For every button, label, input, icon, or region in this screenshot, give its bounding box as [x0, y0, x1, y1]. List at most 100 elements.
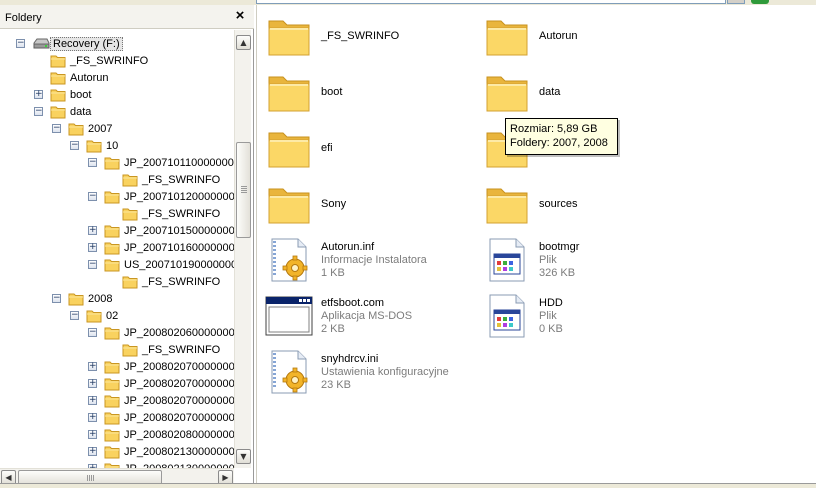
address-input[interactable]: [256, 0, 726, 4]
collapse-icon[interactable]: −: [70, 311, 79, 320]
tree-item[interactable]: − JP_200710110000000: [0, 155, 234, 172]
tree-item[interactable]: − US_200710190000000: [0, 257, 234, 274]
file-item[interactable]: snyhdrcv.ini Ustawienia konfiguracyjne 23 …: [265, 348, 475, 396]
expand-icon[interactable]: +: [88, 447, 97, 456]
collapse-icon[interactable]: −: [88, 328, 97, 337]
tree-item[interactable]: − JP_200802060000000: [0, 325, 234, 342]
item-name: snyhdrcv.ini: [321, 353, 379, 365]
tree-item-label: _FS_SWRINFO: [142, 174, 221, 186]
grip-line: [241, 190, 247, 191]
file-item[interactable]: bootmgr Plik 326 KB: [483, 236, 693, 284]
tree-item[interactable]: _FS_SWRINFO: [0, 206, 234, 223]
tree-item-label: JP_200802070000000: [124, 361, 234, 373]
folder-item[interactable]: Autorun: [483, 12, 693, 60]
tree-item[interactable]: +JP_200802130000000: [0, 444, 234, 461]
folder-item[interactable]: _FS_SWRINFO: [265, 12, 475, 60]
folder-item[interactable]: efi: [265, 124, 475, 172]
expand-icon[interactable]: +: [88, 362, 97, 371]
tree-item[interactable]: − 2008: [0, 291, 234, 308]
collapse-icon[interactable]: −: [88, 158, 97, 167]
folder-item[interactable]: data: [483, 68, 693, 116]
folder-icon: [50, 54, 66, 68]
scroll-up-button[interactable]: ▲: [236, 35, 251, 50]
collapse-icon[interactable]: −: [16, 39, 25, 48]
tree-item[interactable]: + JP_200710160000000: [0, 240, 234, 257]
tree-item[interactable]: _FS_SWRINFO: [0, 172, 234, 189]
tree-item-label: JP_200710160000000: [124, 242, 234, 254]
settings-file-icon: [265, 348, 313, 396]
folder-icon: [122, 207, 138, 221]
expand-icon[interactable]: +: [88, 243, 97, 252]
tooltip-folders: Foldery: 2007, 2008: [510, 137, 608, 149]
folder-item[interactable]: Sony: [265, 180, 475, 228]
expand-icon[interactable]: +: [88, 396, 97, 405]
tree-item[interactable]: + JP_200802070000000: [0, 410, 234, 427]
tree-item-label: data: [70, 106, 92, 118]
file-item[interactable]: Autorun.inf Informacje Instalatora 1 KB: [265, 236, 475, 284]
folder-icon: [68, 292, 84, 306]
item-name: data: [539, 86, 561, 98]
expand-icon[interactable]: +: [88, 430, 97, 439]
folders-pane-header: Foldery ×: [0, 5, 254, 29]
folder-icon: [122, 173, 138, 187]
expand-icon[interactable]: +: [88, 226, 97, 235]
item-type: Informacje Instalatora: [321, 254, 427, 266]
folder-icon: [483, 180, 531, 228]
tree-item[interactable]: + JP_200802070000000: [0, 359, 234, 376]
item-size: 23 KB: [321, 379, 351, 391]
tree-item-label: JP_200802060000000: [124, 327, 234, 339]
tree-item[interactable]: − JP_200710120000000: [0, 189, 234, 206]
file-list-view: _FS_SWRINFO Autorun boot data efi Sony sources…: [256, 5, 816, 483]
folders-pane: Foldery × − Recovery (F:) _FS_SWRINFO Autor…: [0, 5, 254, 485]
expand-icon[interactable]: +: [34, 90, 43, 99]
address-dropdown-button[interactable]: [727, 0, 745, 4]
expand-icon[interactable]: +: [88, 379, 97, 388]
tree-item-label: boot: [70, 89, 92, 101]
tree-item-label: JP_200802070000000: [124, 378, 234, 390]
item-name: bootmgr: [539, 241, 580, 253]
tree-item[interactable]: + JP_200802070000000: [0, 393, 234, 410]
tree-item[interactable]: − 2007: [0, 121, 234, 138]
file-item[interactable]: HDD Plik 0 KB: [483, 292, 693, 340]
folder-icon: [483, 12, 531, 60]
tree-item[interactable]: + JP_200802080000000: [0, 427, 234, 444]
item-name: _FS_SWRINFO: [321, 30, 400, 42]
collapse-icon[interactable]: −: [52, 124, 61, 133]
tree-item[interactable]: +JP_200802130000000: [0, 461, 234, 468]
folder-item[interactable]: sources: [483, 180, 693, 228]
collapse-icon[interactable]: −: [88, 192, 97, 201]
tree-item[interactable]: + JP_200710150000000: [0, 223, 234, 240]
dos-app-icon: [265, 292, 313, 340]
tree-item-label: JP_200802080000000: [124, 429, 234, 441]
expand-icon[interactable]: +: [88, 413, 97, 422]
item-name: HDD: [539, 297, 563, 309]
collapse-icon[interactable]: −: [70, 141, 79, 150]
folder-item[interactable]: boot: [265, 68, 475, 116]
close-icon[interactable]: ×: [232, 8, 248, 24]
tree-item[interactable]: _FS_SWRINFO: [0, 342, 234, 359]
tree-item-label: _FS_SWRINFO: [70, 55, 149, 67]
tree-item-label: JP_200802070000000: [124, 412, 234, 424]
collapse-icon[interactable]: −: [52, 294, 61, 303]
tree-item[interactable]: − 02: [0, 308, 234, 325]
tree-item[interactable]: _FS_SWRINFO: [0, 274, 234, 291]
tree-item[interactable]: − 10: [0, 138, 234, 155]
settings-file-icon: [265, 236, 313, 284]
item-name: sources: [539, 198, 578, 210]
tree-item[interactable]: − Recovery (F:): [0, 36, 234, 53]
tree-item[interactable]: − data: [0, 104, 234, 121]
scroll-down-button[interactable]: ▼: [236, 449, 251, 464]
collapse-icon[interactable]: −: [88, 260, 97, 269]
collapse-icon[interactable]: −: [34, 107, 43, 116]
tree-item[interactable]: + JP_200802070000000: [0, 376, 234, 393]
grip-line: [241, 186, 247, 187]
vertical-scrollbar[interactable]: ▲ ▼: [234, 30, 251, 468]
folder-icon: [104, 258, 120, 272]
tree-item[interactable]: _FS_SWRINFO: [0, 53, 234, 70]
tree-item-label: US_200710190000000: [124, 259, 234, 271]
go-button[interactable]: [751, 0, 769, 4]
tree-item[interactable]: Autorun: [0, 70, 234, 87]
vertical-scroll-thumb[interactable]: [236, 142, 251, 238]
file-item[interactable]: etfsboot.com Aplikacja MS-DOS 2 KB: [265, 292, 475, 340]
tree-item[interactable]: + boot: [0, 87, 234, 104]
